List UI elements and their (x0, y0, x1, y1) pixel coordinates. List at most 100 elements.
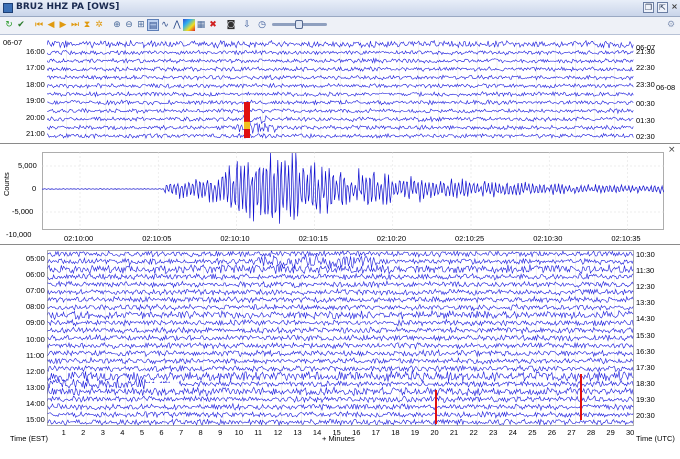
helicorder-trace-row (47, 348, 634, 358)
helicorder-trace-row (47, 120, 634, 134)
helicorder-trace-row (47, 386, 634, 397)
minute-tick-label: 21 (449, 428, 459, 437)
helicorder-trace-row (47, 57, 634, 64)
helicorder-view-icon[interactable]: ▤ (147, 19, 159, 31)
settings-icon[interactable]: ⚙ (665, 19, 677, 31)
bottom-right-time-label: 18:30 (636, 378, 655, 388)
minute-tick-label: 7 (178, 428, 184, 437)
compress-icon[interactable]: ⧗ (81, 19, 93, 31)
expand-icon[interactable]: ✲ (93, 19, 105, 31)
spectrum-icon[interactable]: ⋀ (171, 19, 183, 31)
waveform-xtick-label: 02:10:30 (533, 234, 563, 243)
helicorder-trace-row (47, 326, 634, 335)
minute-tick-label: 10 (234, 428, 243, 437)
window-title: BRU2 HHZ PA [OWS] (16, 2, 120, 12)
top-right-time-label: 22:30 (636, 63, 655, 73)
minute-tick-label: 6 (159, 428, 164, 437)
bottom-left-time-label: 14:00 (26, 398, 45, 408)
bottom-left-time-label: 06:00 (26, 270, 45, 280)
zoom-in-icon[interactable]: ⊕ (111, 19, 123, 31)
minute-tick-label: 5 (139, 428, 144, 437)
refresh-icon[interactable]: ↻ (3, 19, 15, 31)
minute-tick-label: 1 (61, 428, 66, 437)
minute-tick-label: 19 (410, 428, 420, 437)
helicorder-trace-row (47, 309, 634, 321)
toolbar: ↻ ✔ ⏮ ◀ ▶ ⏭ ⧗ ✲ ⊕ ⊖ ⊞ ▤ ∿ ⋀ ▦ ✖ ◙ ⇩ ◷ ⚙ (0, 17, 680, 35)
helicorder-trace-row (47, 132, 634, 140)
event-marker-highlight (244, 121, 250, 129)
waveform-ytick-label: 0 (32, 184, 37, 193)
bottom-left-time-label: 08:00 (26, 302, 45, 312)
zoom-fit-icon[interactable]: ⊞ (135, 19, 147, 31)
last-page-icon[interactable]: ⏭ (69, 19, 81, 31)
helicorder-trace-row (47, 264, 634, 275)
seismogram-trace (42, 152, 664, 224)
previous-icon[interactable]: ◀ (45, 19, 57, 31)
spectrogram-icon[interactable] (183, 19, 195, 31)
helicorder-trace-row (47, 318, 634, 327)
top-helicorder-plot[interactable] (47, 40, 634, 140)
minute-tick-label: 4 (120, 428, 125, 437)
helicorder-trace-row (47, 280, 634, 289)
event-marker (244, 102, 250, 138)
minute-tick-label: 25 (528, 428, 537, 437)
helicorder-trace-row (47, 341, 634, 350)
event-marker (435, 390, 437, 424)
event-marker (580, 374, 582, 420)
gain-slider[interactable] (272, 20, 327, 29)
detach-icon[interactable]: ⇱ (657, 2, 668, 13)
bottom-helicorder-plot[interactable] (47, 250, 634, 426)
helicorder-trace-row (47, 370, 634, 383)
close-icon[interactable]: × (669, 2, 680, 13)
bottom-right-time-label: 17:30 (636, 362, 655, 372)
bottom-helicorder-panel: 05:00 06:00 07:00 08:00 09:00 10:00 11:00 12:00… (0, 246, 680, 459)
minute-tick-label: 27 (567, 428, 576, 437)
top-date-right-2: 06-08 (656, 83, 676, 92)
minutes-axis-label: + Minutes (322, 434, 355, 443)
helicorder-trace-row (47, 49, 634, 56)
checkmark-icon[interactable]: ✔ (15, 19, 27, 31)
helicorder-trace-row (47, 395, 634, 404)
bottom-right-time-label: 20:30 (636, 411, 655, 420)
top-date-left: 06-07 (3, 38, 23, 47)
minute-tick-label: 2 (81, 428, 86, 437)
minute-tick-label: 17 (371, 428, 380, 437)
zoom-out-icon[interactable]: ⊖ (123, 19, 135, 31)
next-icon[interactable]: ▶ (57, 19, 69, 31)
first-page-icon[interactable]: ⏮ (33, 19, 45, 31)
bottom-right-time-label: 11:30 (636, 266, 655, 276)
waveform-ytick-label: -10,000 (6, 230, 32, 239)
helicorder-trace-row (47, 90, 634, 98)
app-icon (3, 3, 13, 13)
waveform-xtick-label: 02:10:35 (611, 234, 641, 243)
restore-icon[interactable]: ❐ (643, 2, 654, 13)
waveform-plot[interactable] (42, 152, 664, 230)
waveform-ytick-label: 5,000 (18, 161, 37, 170)
top-right-time-label: 23:30 (636, 79, 655, 89)
minute-tick-label: 30 (626, 428, 635, 437)
gain-slider-knob[interactable] (295, 20, 303, 29)
helicorder-trace-row (47, 333, 634, 342)
minute-tick-label: 13 (293, 428, 302, 437)
bottom-left-time-label: 13:00 (26, 382, 45, 392)
remove-icon[interactable]: ✖ (207, 19, 219, 31)
helicorder-trace-row (47, 250, 634, 258)
helicorder-trace-row (47, 272, 634, 281)
wave-view-icon[interactable]: ∿ (159, 19, 171, 31)
clip-icon[interactable]: ▦ (195, 19, 207, 31)
top-right-time-label: 01:30 (636, 115, 655, 125)
clock-icon[interactable]: ◷ (256, 19, 268, 31)
minute-tick-label: 18 (391, 428, 400, 437)
minute-tick-label: 3 (100, 428, 105, 437)
helicorder-trace-row (47, 65, 634, 73)
helicorder-trace-row (47, 287, 634, 296)
minute-tick-label: 24 (508, 428, 517, 437)
close-wave-icon[interactable]: × (668, 145, 676, 155)
camera-icon[interactable]: ◙ (225, 19, 237, 31)
top-left-time-label: 21:00 (26, 129, 45, 138)
download-icon[interactable]: ⇩ (241, 19, 253, 31)
waveform-xtick-label: 02:10:05 (142, 234, 172, 243)
top-right-time-label: 00:30 (636, 99, 655, 109)
bottom-left-time-label: 07:00 (26, 286, 45, 296)
bottom-left-time-label: 15:00 (26, 415, 45, 424)
